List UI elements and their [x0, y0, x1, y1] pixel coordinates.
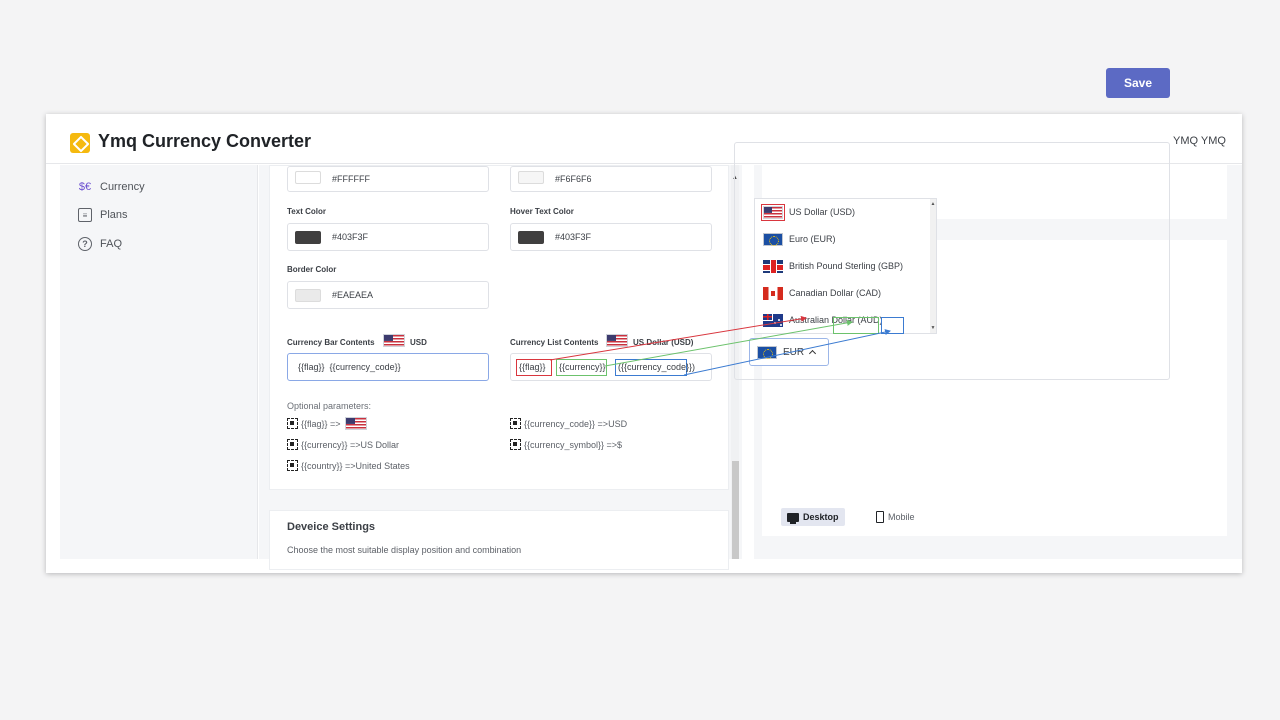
- currency-connector-arrow: [604, 319, 853, 367]
- token-connector-arrows: [549, 315, 891, 376]
- code-connector-arrow: [683, 329, 891, 376]
- flag-connector-arrow: [549, 315, 807, 361]
